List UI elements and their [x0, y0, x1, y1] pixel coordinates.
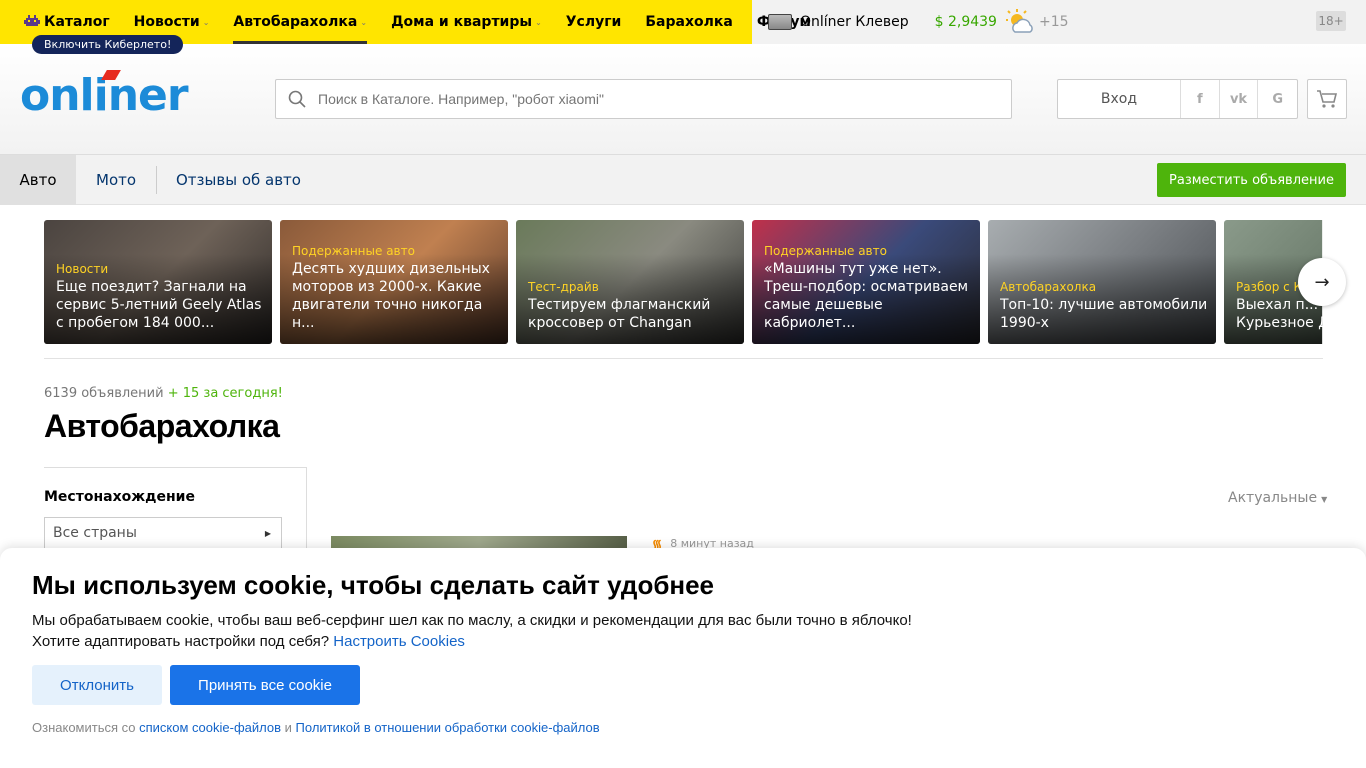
- card-text: Автобарахолка Топ-10: лучшие автомобили 1…: [1000, 280, 1208, 332]
- topnav-realty[interactable]: Дома и квартиры ⌄: [391, 0, 542, 44]
- cookie-banner: Мы используем cookie, чтобы сделать сайт…: [0, 548, 1366, 768]
- topnav-realty-label: Дома и квартиры: [391, 14, 533, 30]
- topnav-baraholka[interactable]: Барахолка: [645, 0, 732, 44]
- listing-total: 6139 объявлений: [44, 386, 164, 401]
- age-badge: 18+: [1316, 11, 1346, 31]
- location-value: Все страны: [53, 525, 137, 541]
- accept-all-button[interactable]: Принять все cookie: [170, 665, 360, 705]
- cookie-title: Мы используем cookie, чтобы сделать сайт…: [32, 570, 715, 600]
- sort-label: Актуальные: [1228, 490, 1318, 506]
- topnav-autobaraholka-label: Автобарахолка: [233, 14, 358, 30]
- auth-panel: Вход f vk G: [1057, 79, 1298, 119]
- news-carousel: Новости Еще поездит? Загнали на сервис 5-…: [44, 220, 1323, 344]
- cookie-list-link[interactable]: списком cookie-файлов: [139, 720, 281, 735]
- chevron-down-icon: ⌄: [535, 17, 542, 27]
- login-button[interactable]: Вход: [1058, 80, 1181, 118]
- news-category[interactable]: Новости: [56, 262, 264, 276]
- card-text: Подержанные авто Десять худших дизельных …: [292, 244, 500, 332]
- location-select[interactable]: Все страны ▶: [44, 517, 282, 549]
- page-title: Автобарахолка: [44, 408, 280, 444]
- chevron-down-icon: ⌄: [360, 17, 368, 27]
- top-bar: Каталог Новости ⌄ Автобарахолка ⌄ Дома и к…: [0, 0, 1366, 54]
- cart-icon: [1317, 90, 1338, 108]
- news-category[interactable]: Автобарахолка: [1000, 280, 1208, 294]
- news-card[interactable]: Тест-драйв Тестируем флагманский кроссове…: [516, 220, 744, 344]
- location-label: Местонахождение: [44, 489, 195, 505]
- vk-icon[interactable]: vk: [1220, 80, 1259, 118]
- cart-button[interactable]: [1307, 79, 1347, 119]
- cookie-policy-link[interactable]: Политикой в отношении обработки cookie-ф…: [296, 720, 600, 735]
- tab-moto[interactable]: Мото: [96, 155, 136, 205]
- chevron-down-icon: ▼: [1321, 495, 1328, 504]
- chevron-down-icon: ⌄: [202, 17, 210, 27]
- google-icon[interactable]: G: [1258, 80, 1297, 118]
- news-title: Десять худших дизельных моторов из 2000-…: [292, 261, 490, 331]
- news-title: «Машины тут уже нет». Треш-подбор: осмат…: [764, 261, 969, 331]
- cookie-settings-link[interactable]: Настроить Cookies: [333, 633, 465, 650]
- topnav-services-label: Услуги: [565, 14, 622, 30]
- topnav-autobaraholka[interactable]: Автобарахолка ⌄: [233, 0, 367, 44]
- tab-auto[interactable]: Авто: [0, 155, 76, 205]
- search-box[interactable]: [275, 79, 1012, 119]
- news-title: Тестируем флагманский кроссовер от Chang…: [528, 297, 711, 331]
- card-text: Подержанные авто «Машины тут уже нет». Тр…: [764, 244, 972, 332]
- news-category[interactable]: Подержанные авто: [764, 244, 972, 258]
- top-right-widgets: Onlíner Клевер $ 2,9439 +15: [768, 0, 1069, 44]
- cookie-line-2: Хотите адаптировать настройки под себя? …: [32, 631, 912, 652]
- decline-button[interactable]: Отклонить: [32, 665, 162, 705]
- temperature[interactable]: +15: [1039, 14, 1069, 30]
- listing-today: + 15 за сегодня!: [167, 386, 283, 401]
- topnav-baraholka-label: Барахолка: [645, 14, 733, 30]
- news-category[interactable]: Подержанные авто: [292, 244, 500, 258]
- place-ad-button[interactable]: Разместить объявление: [1157, 163, 1346, 197]
- search-icon: [288, 90, 306, 108]
- divider: [44, 358, 1323, 359]
- tab-reviews[interactable]: Отзывы об авто: [176, 155, 301, 205]
- clever-link[interactable]: Onlíner Клевер: [800, 14, 909, 30]
- cookie-footer: Ознакомиться со списком cookie-файлов и …: [32, 720, 600, 735]
- card-text: Тест-драйв Тестируем флагманский кроссове…: [528, 280, 736, 332]
- topnav-catalog-label: Каталог: [44, 14, 110, 30]
- listing-count: 6139 объявлений + 15 за сегодня!: [44, 386, 283, 401]
- carousel-next-button[interactable]: →: [1298, 258, 1346, 306]
- card-text: Новости Еще поездит? Загнали на сервис 5-…: [56, 262, 264, 332]
- header: onliner Вход f vk G: [0, 44, 1366, 154]
- news-category[interactable]: Тест-драйв: [528, 280, 736, 294]
- currency-rate[interactable]: $ 2,9439: [935, 14, 997, 30]
- section-subnav: Авто Мото Отзывы об авто Разместить объя…: [0, 154, 1366, 205]
- cookie-foot-prefix: Ознакомиться со: [32, 720, 136, 735]
- filter-divider: [44, 467, 307, 468]
- triangle-right-icon: ▶: [264, 528, 271, 538]
- cyber-summer-badge[interactable]: Включить Киберлето!: [32, 35, 184, 54]
- cookie-line-1: Мы обрабатываем cookie, чтобы ваш веб-се…: [32, 612, 912, 629]
- topnav-services[interactable]: Услуги: [566, 0, 622, 44]
- topnav-news-label: Новости: [133, 14, 200, 30]
- facebook-icon[interactable]: f: [1181, 80, 1220, 118]
- cookie-text: Мы обрабатываем cookie, чтобы ваш веб-се…: [32, 610, 912, 652]
- news-title: Топ-10: лучшие автомобили 1990-х: [1000, 297, 1208, 331]
- news-title: Еще поездит? Загнали на сервис 5-летний …: [56, 279, 262, 331]
- arrow-right-icon: →: [1314, 271, 1330, 293]
- news-card[interactable]: Подержанные авто «Машины тут уже нет». Тр…: [752, 220, 980, 344]
- news-card[interactable]: Подержанные авто Десять худших дизельных …: [280, 220, 508, 344]
- weather-partly-cloudy-icon: [1005, 9, 1033, 33]
- sort-dropdown[interactable]: Актуальные ▼: [1228, 490, 1327, 506]
- search-input[interactable]: [318, 91, 1011, 107]
- subnav-divider: [156, 166, 157, 194]
- news-card[interactable]: Новости Еще поездит? Загнали на сервис 5-…: [44, 220, 272, 344]
- catalog-icon: [24, 15, 40, 26]
- news-card[interactable]: Автобарахолка Топ-10: лучшие автомобили 1…: [988, 220, 1216, 344]
- cookie-foot-and: и: [284, 720, 292, 735]
- cookie-line-2-text: Хотите адаптировать настройки под себя?: [32, 633, 330, 650]
- clever-card-icon: [768, 14, 792, 30]
